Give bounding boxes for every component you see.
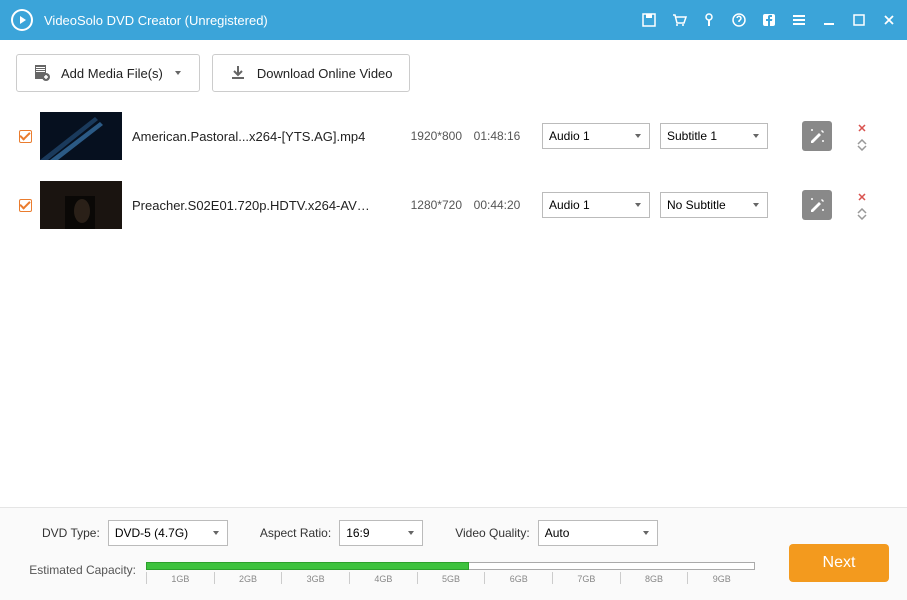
titlebar-icons: [641, 12, 897, 28]
subtitle-value: No Subtitle: [667, 198, 726, 212]
add-media-button[interactable]: Add Media File(s): [16, 54, 200, 92]
facebook-icon[interactable]: [761, 12, 777, 28]
menu-icon[interactable]: [791, 12, 807, 28]
capacity-tick: 6GB: [484, 572, 552, 584]
reorder-handle[interactable]: [856, 208, 868, 220]
row-checkbox[interactable]: [19, 199, 32, 212]
video-quality-select[interactable]: Auto: [538, 520, 658, 546]
titlebar: VideoSolo DVD Creator (Unregistered): [0, 0, 907, 40]
filename-label: American.Pastoral...x264-[YTS.AG].mp4: [132, 129, 382, 144]
video-thumbnail[interactable]: [40, 112, 122, 160]
filename-label: Preacher.S02E01.720p.HDTV.x264-AVS.mkv: [132, 198, 382, 213]
capacity-tick: 8GB: [620, 572, 688, 584]
audio-select[interactable]: Audio 1: [542, 192, 650, 218]
subtitle-select[interactable]: Subtitle 1: [660, 123, 768, 149]
video-thumbnail[interactable]: [40, 181, 122, 229]
chevron-down-icon: [751, 200, 761, 210]
chevron-down-icon: [406, 528, 416, 538]
row-actions: ✕: [842, 122, 882, 151]
media-row: American.Pastoral...x264-[YTS.AG].mp4 19…: [10, 102, 897, 171]
chevron-down-icon: [211, 528, 221, 538]
row-checkbox[interactable]: [19, 130, 32, 143]
row-actions: ✕: [842, 191, 882, 220]
download-video-label: Download Online Video: [257, 66, 393, 81]
download-video-button[interactable]: Download Online Video: [212, 54, 410, 92]
media-list: American.Pastoral...x264-[YTS.AG].mp4 19…: [0, 102, 907, 507]
toolbar: Add Media File(s) Download Online Video: [0, 40, 907, 102]
maximize-icon[interactable]: [851, 12, 867, 28]
row-checkbox-wrap: [10, 199, 40, 212]
capacity-bar: 1GB2GB3GB4GB5GB6GB7GB8GB9GB: [146, 558, 755, 582]
dvd-type-label: DVD Type:: [42, 526, 100, 540]
audio-select[interactable]: Audio 1: [542, 123, 650, 149]
capacity-tick: 3GB: [281, 572, 349, 584]
next-button[interactable]: Next: [789, 544, 889, 582]
minimize-icon[interactable]: [821, 12, 837, 28]
key-icon[interactable]: [701, 12, 717, 28]
capacity-label: Estimated Capacity:: [16, 563, 136, 577]
capacity-tick: 1GB: [146, 572, 214, 584]
aspect-ratio-select[interactable]: 16:9: [339, 520, 423, 546]
chevron-down-icon: [633, 200, 643, 210]
video-quality-label: Video Quality:: [455, 526, 530, 540]
cart-icon[interactable]: [671, 12, 687, 28]
resolution-label: 1920*800: [382, 129, 462, 143]
delete-icon[interactable]: ✕: [857, 191, 866, 204]
close-icon[interactable]: [881, 12, 897, 28]
capacity-tick: 7GB: [552, 572, 620, 584]
video-quality-value: Auto: [545, 526, 570, 540]
capacity-tick: 5GB: [417, 572, 485, 584]
aspect-ratio-label: Aspect Ratio:: [260, 526, 331, 540]
resolution-label: 1280*720: [382, 198, 462, 212]
duration-label: 01:48:16: [462, 129, 532, 143]
output-settings: DVD Type: DVD-5 (4.7G) Aspect Ratio: 16:…: [0, 508, 771, 554]
chevron-down-icon: [751, 131, 761, 141]
capacity-tick: 9GB: [687, 572, 755, 584]
chevron-down-icon: [633, 131, 643, 141]
capacity-bar-fill: [146, 562, 469, 570]
save-icon[interactable]: [641, 12, 657, 28]
add-media-label: Add Media File(s): [61, 66, 163, 81]
chevron-down-icon: [641, 528, 651, 538]
chevron-down-icon: [173, 68, 183, 78]
next-col: Next: [771, 544, 907, 600]
app-title: VideoSolo DVD Creator (Unregistered): [44, 13, 641, 28]
subtitle-value: Subtitle 1: [667, 129, 717, 143]
app-logo: [10, 8, 34, 32]
aspect-ratio-value: 16:9: [346, 526, 369, 540]
duration-label: 00:44:20: [462, 198, 532, 212]
delete-icon[interactable]: ✕: [857, 122, 866, 135]
capacity-tick: 2GB: [214, 572, 282, 584]
edit-button[interactable]: [802, 121, 832, 151]
audio-value: Audio 1: [549, 129, 590, 143]
reorder-handle[interactable]: [856, 139, 868, 151]
add-file-icon: [33, 64, 51, 82]
download-icon: [229, 64, 247, 82]
capacity-ticks: 1GB2GB3GB4GB5GB6GB7GB8GB9GB: [146, 572, 755, 584]
capacity-tick: 4GB: [349, 572, 417, 584]
edit-button[interactable]: [802, 190, 832, 220]
audio-value: Audio 1: [549, 198, 590, 212]
help-icon[interactable]: [731, 12, 747, 28]
bottom-panel: DVD Type: DVD-5 (4.7G) Aspect Ratio: 16:…: [0, 507, 907, 600]
capacity-row: Estimated Capacity: 1GB2GB3GB4GB5GB6GB7G…: [0, 554, 771, 600]
dvd-type-value: DVD-5 (4.7G): [115, 526, 188, 540]
row-checkbox-wrap: [10, 130, 40, 143]
subtitle-select[interactable]: No Subtitle: [660, 192, 768, 218]
dvd-type-select[interactable]: DVD-5 (4.7G): [108, 520, 228, 546]
media-row: Preacher.S02E01.720p.HDTV.x264-AVS.mkv 1…: [10, 171, 897, 240]
